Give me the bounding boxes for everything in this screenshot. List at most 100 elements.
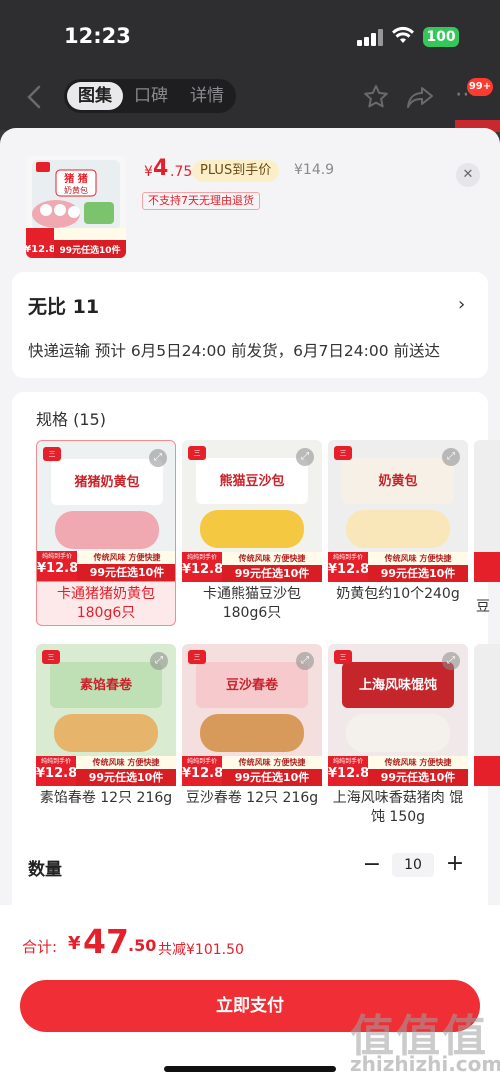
address-card[interactable] (12, 272, 488, 378)
promo-price-label: 纯纯到手价 (332, 758, 363, 765)
promo-banner: 纯纯到手价 ¥12.8 传统风味 方便快捷 99元任选10件 (182, 756, 322, 786)
spec-option[interactable]: 豆沙春卷 三 ⤢ 纯纯到手价 ¥12.8 传统风味 方便快捷 99元任选10件豆沙春卷 12… (182, 644, 322, 830)
price-currency: ¥ (144, 164, 153, 180)
spec-option[interactable]: 猪猪奶黄包三 ⤢ 纯纯到手价 ¥12.8 传统风味 方便快捷 99元任选10件 卡通猪猪奶黄… (36, 440, 176, 626)
spec-option-label: 卡通猪猪奶黄包 180g6只 (36, 582, 176, 626)
wifi-icon (392, 26, 414, 43)
spec-option-image-text: 奶黄包 (378, 474, 418, 489)
promo-price: ¥12.8 (328, 562, 370, 577)
brand-logo-icon: 三 (43, 447, 61, 461)
promo-price-label: 纯纯到手价 (41, 553, 72, 560)
promo-tag-top: 传统风味 方便快捷 (222, 552, 322, 565)
svg-text:猪 猪: 猪 猪 (63, 172, 87, 185)
notification-badge: 99+ (467, 78, 493, 96)
promo-tag-bottom: 99元任选10件 (368, 769, 468, 786)
spec-option-image-text: 豆沙春卷 (225, 678, 278, 693)
svg-text:99元任选10件: 99元任选10件 (59, 244, 120, 256)
product-thumbnail: 猪 猪 奶黄包 ¥12.8 99元任选10件 (26, 156, 126, 258)
star-icon[interactable] (362, 83, 390, 111)
expand-icon[interactable]: ⤢ (150, 652, 168, 670)
spec-option-partial[interactable]: 豆 (474, 440, 500, 626)
brand-logo-icon: 三 (334, 650, 352, 664)
promo-banner: 纯纯到手价 ¥12.8 传统风味 方便快捷 99元任选10件 (36, 756, 176, 786)
spec-option-label: 素馅春卷 12只 216g (39, 790, 173, 806)
spec-option-image-text: 上海风味馄饨 (358, 678, 437, 693)
promo-tag-top: 传统风味 方便快捷 (368, 552, 468, 565)
expand-icon[interactable]: ⤢ (296, 448, 314, 466)
spec-option[interactable]: 素馅春卷 三 ⤢ 纯纯到手价 ¥12.8 传统风味 方便快捷 99元任选10件素馅春卷 12… (36, 644, 176, 830)
total-decimal: .50 (128, 936, 157, 955)
status-time: 12:23 (64, 24, 131, 48)
spec-option-image: 豆沙春卷 三 ⤢ 纯纯到手价 ¥12.8 传统风味 方便快捷 99元任选10件 (182, 644, 322, 786)
svg-text:奶黄包: 奶黄包 (64, 185, 88, 195)
address-recipient: 无比 11 (28, 296, 100, 318)
price-integer: 4 (153, 156, 169, 181)
spec-option-label: 卡通熊猫豆沙包 180g6只 (203, 586, 301, 621)
total-discount: 共减¥101.50 (158, 942, 244, 958)
chevron-right-icon[interactable]: › (458, 294, 465, 315)
spec-option-image-text: 素馅春卷 (79, 678, 132, 693)
shipping-estimate: 快递运输 预计 6月5日24:00 前发货，6月7日24:00 前送达 (28, 342, 440, 360)
quantity-input[interactable]: 10 (392, 853, 434, 877)
brand-logo-icon: 三 (188, 650, 206, 664)
watermark-url: zhizhizhi.com (350, 1052, 500, 1076)
promo-tag-top: 传统风味 方便快捷 (77, 551, 175, 564)
promo-banner: 纯纯到手价 ¥12.8 传统风味 方便快捷 99元任选10件 (328, 552, 468, 582)
increase-button[interactable]: + (444, 851, 466, 876)
back-arrow-icon[interactable] (20, 82, 50, 112)
no-return-tag: 不支持7天无理由退货 (142, 192, 260, 210)
total-label: 合计: (22, 938, 58, 956)
promo-tag-bottom: 99元任选10件 (222, 565, 322, 582)
expand-icon[interactable]: ⤢ (442, 448, 460, 466)
promo-tag-top: 传统风味 方便快捷 (76, 756, 176, 769)
spec-option[interactable]: 熊猫豆沙包三 ⤢ 纯纯到手价 ¥12.8 传统风味 方便快捷 99元任选10件 卡通熊猫豆沙… (182, 440, 322, 626)
brand-logo-icon: 三 (188, 446, 206, 460)
home-indicator (164, 1066, 336, 1072)
spec-option-image: 素馅春卷 三 ⤢ 纯纯到手价 ¥12.8 传统风味 方便快捷 99元任选10件 (36, 644, 176, 786)
promo-price-label: 纯纯到手价 (186, 758, 217, 765)
total-integer: 47 (83, 922, 129, 961)
promo-tag-bottom: 99元任选10件 (368, 565, 468, 582)
promo-tag-top: 传统风味 方便快捷 (222, 756, 322, 769)
brand-logo-icon: 三 (42, 650, 60, 664)
spec-option[interactable]: 奶黄包 三 ⤢ 纯纯到手价 ¥12.8 传统风味 方便快捷 99元任选10件奶黄包约10个2… (328, 440, 468, 626)
tab-reviews[interactable]: 口碑 (126, 79, 176, 113)
svg-text:¥12.8: ¥12.8 (26, 244, 56, 255)
promo-banner: 纯纯到手价 ¥12.8 传统风味 方便快捷 99元任选10件 (37, 551, 175, 581)
promo-price: ¥12.8 (36, 766, 78, 781)
promo-tag-bottom: 99元任选10件 (77, 564, 175, 581)
promo-tag-bottom: 99元任选10件 (222, 769, 322, 786)
promo-price-label: 纯纯到手价 (186, 554, 217, 561)
price-decimal: .75 (170, 164, 193, 180)
expand-icon[interactable]: ⤢ (442, 652, 460, 670)
battery-icon: 100 (423, 27, 459, 47)
expand-icon[interactable]: ⤢ (149, 449, 167, 467)
spec-option-label: 豆沙春卷 12只 216g (185, 790, 319, 806)
spec-option-partial-2[interactable] (474, 644, 500, 830)
spec-option-image: 上海风味馄饨三 ⤢ 纯纯到手价 ¥12.8 传统风味 方便快捷 99元任选10件 (328, 644, 468, 786)
spec-option-partial-label: 豆 (476, 599, 490, 615)
original-price: ¥14.9 (294, 162, 335, 178)
promo-price-label: 纯纯到手价 (332, 554, 363, 561)
promo-tag-top: 传统风味 方便快捷 (368, 756, 468, 769)
promo-banner: 纯纯到手价 ¥12.8 传统风味 方便快捷 99元任选10件 (328, 756, 468, 786)
quantity-label: 数量 (28, 860, 62, 880)
promo-price: ¥12.8 (37, 561, 79, 576)
promo-tag-bottom: 99元任选10件 (76, 769, 176, 786)
promo-price-label: 纯纯到手价 (40, 758, 71, 765)
close-icon[interactable]: ✕ (456, 163, 480, 187)
share-icon[interactable] (405, 83, 435, 111)
spec-option-label: 奶黄包约10个240g (336, 586, 460, 602)
decrease-button[interactable]: − (362, 852, 382, 877)
spec-option-image-text: 猪猪奶黄包 (74, 475, 140, 490)
spec-option[interactable]: 上海风味馄饨三 ⤢ 纯纯到手价 ¥12.8 传统风味 方便快捷 99元任选10件上海风味香… (328, 644, 468, 830)
spec-option-label: 上海风味香菇猪肉 馄饨 150g (332, 790, 464, 825)
tab-gallery[interactable]: 图集 (67, 82, 123, 110)
signal-icon (357, 28, 383, 46)
tab-details[interactable]: 详情 (182, 79, 232, 113)
spec-title: 规格 (15) (36, 410, 106, 429)
spec-option-image: 熊猫豆沙包三 ⤢ 纯纯到手价 ¥12.8 传统风味 方便快捷 99元任选10件 (182, 440, 322, 582)
expand-icon[interactable]: ⤢ (296, 652, 314, 670)
tab-bar: 图集 口碑 详情 (64, 79, 236, 113)
brand-logo-icon: 三 (334, 446, 352, 460)
